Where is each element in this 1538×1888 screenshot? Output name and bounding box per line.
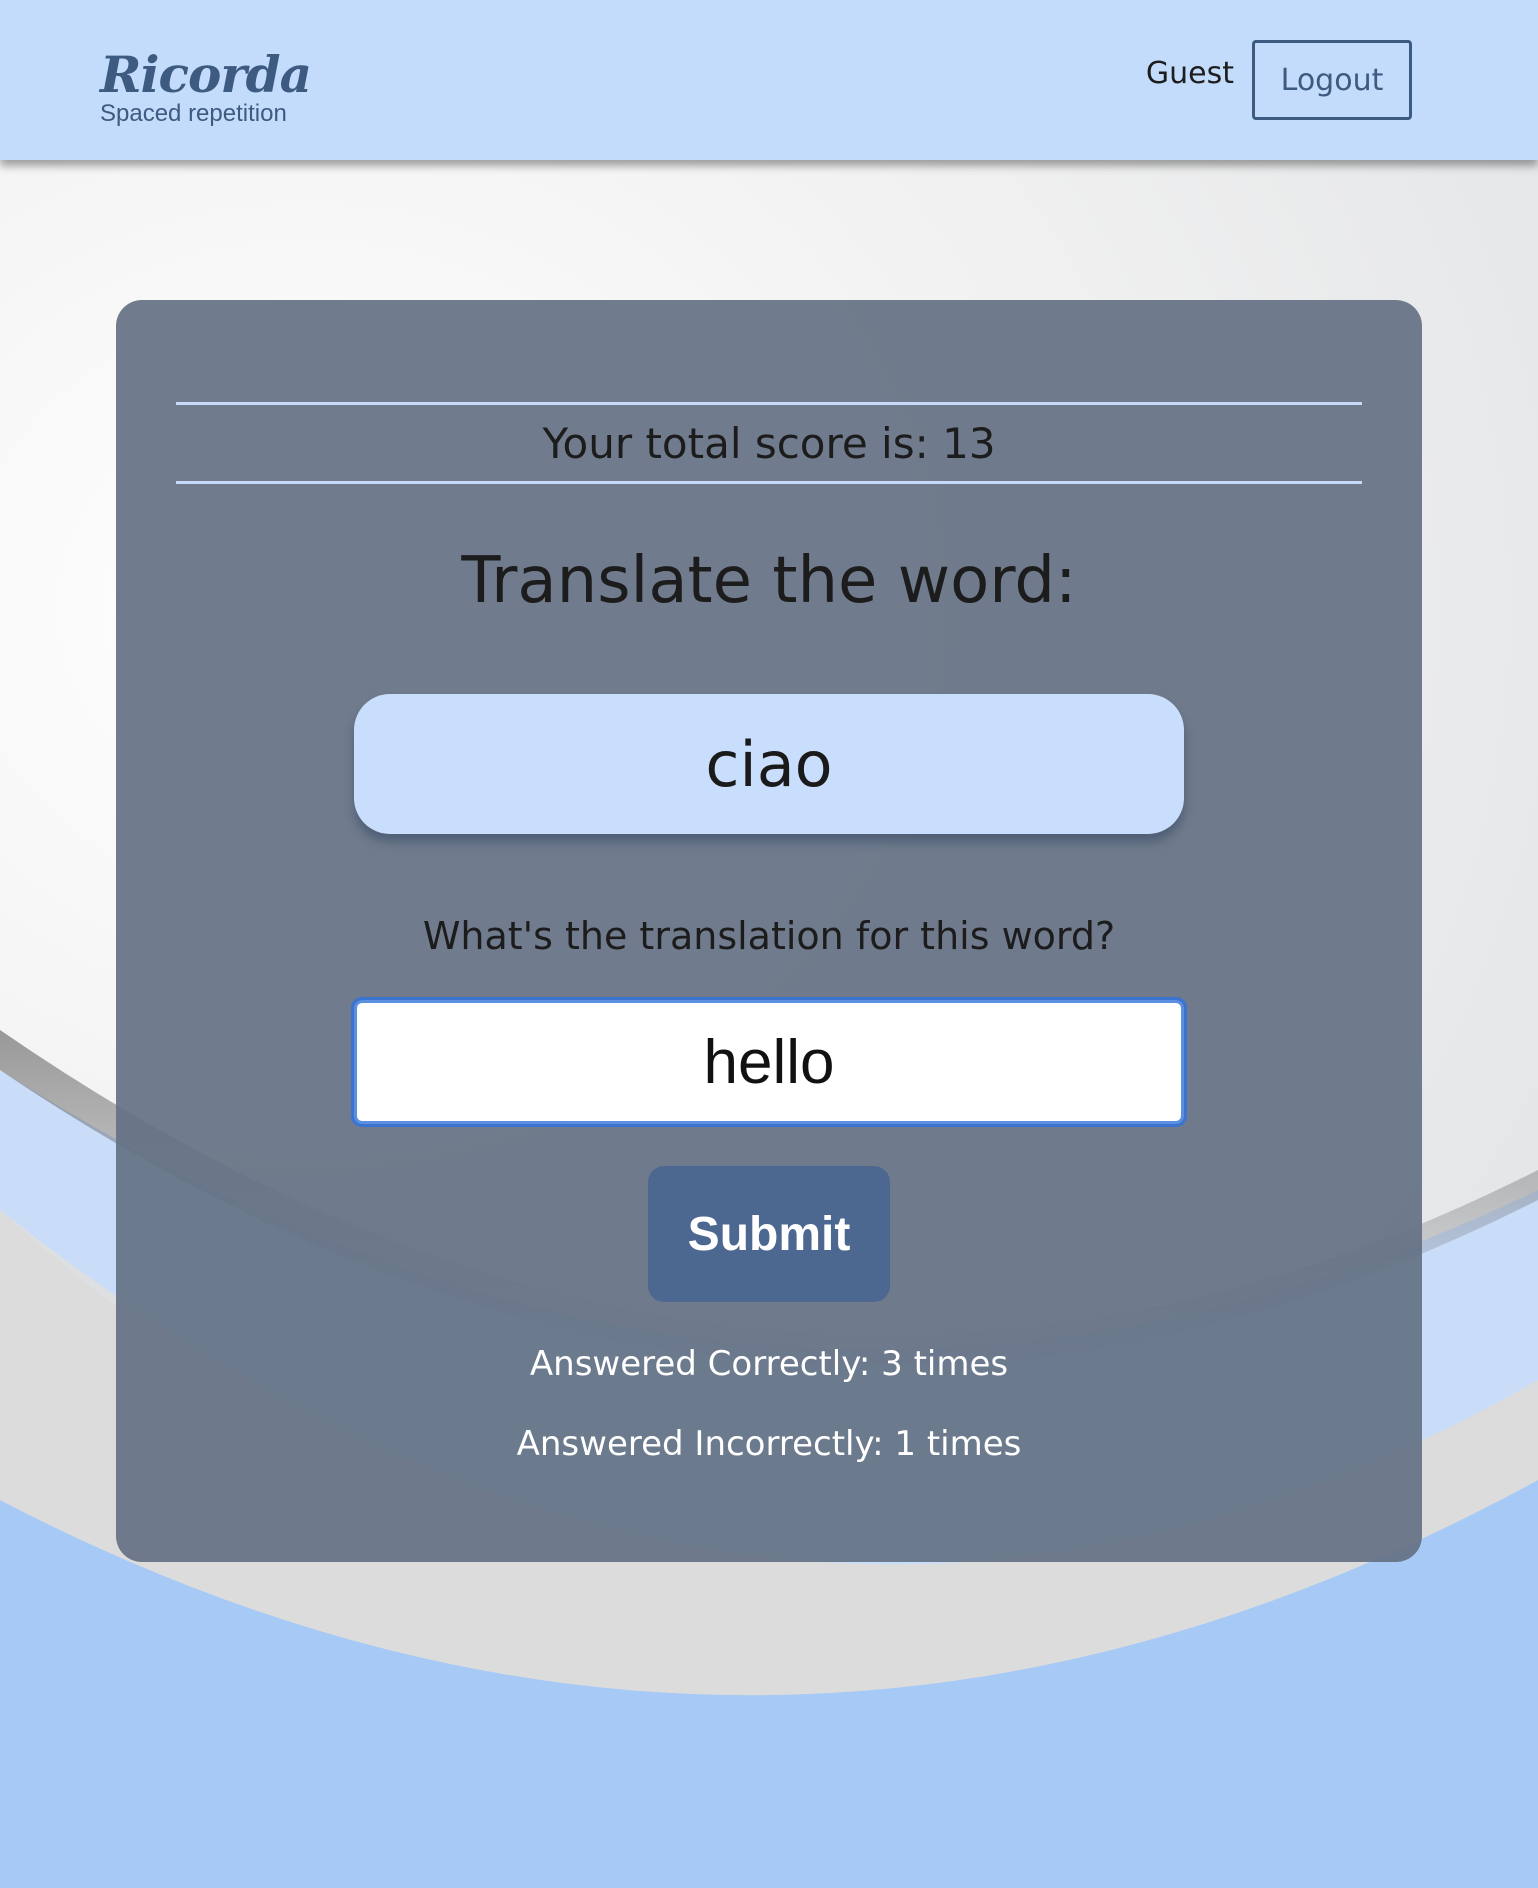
brand-tagline: Spaced repetition (100, 100, 287, 127)
answer-input[interactable] (351, 997, 1187, 1127)
submit-button[interactable]: Submit (648, 1166, 890, 1302)
answered-incorrectly-count: Answered Incorrectly: 1 times (516, 1424, 1022, 1464)
prompt-title: Translate the word: (461, 544, 1077, 618)
top-navbar: Ricorda Spaced repetition Guest Logout (0, 0, 1538, 160)
brand-name: Ricorda (100, 45, 312, 104)
user-name: Guest (1145, 56, 1234, 91)
answered-correctly-count: Answered Correctly: 3 times (529, 1344, 1009, 1384)
word-to-translate: ciao (354, 694, 1184, 834)
quiz-card: Your total score is: 13 Translate the wo… (116, 300, 1422, 1562)
brand-logo[interactable]: Ricorda Spaced repetition (100, 45, 312, 128)
total-score: Your total score is: 13 (176, 402, 1362, 484)
translation-question: What's the translation for this word? (422, 914, 1116, 958)
logout-button[interactable]: Logout (1252, 40, 1412, 120)
